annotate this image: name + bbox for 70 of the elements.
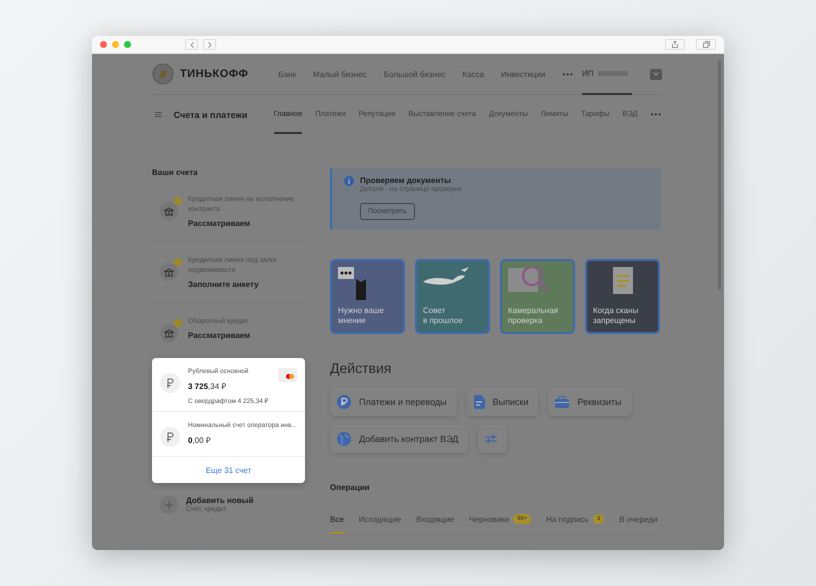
close-dot[interactable]: [100, 41, 107, 48]
account-balance: 3 725,34 ₽: [188, 381, 228, 391]
nav-link[interactable]: Инвестиции: [501, 70, 546, 78]
story-label: Нужно ваше: [338, 306, 385, 316]
story-tile[interactable]: Камеральная проверка: [500, 259, 575, 334]
story-label: запрещены: [593, 316, 636, 326]
nav-link[interactable]: Касса: [462, 70, 484, 78]
document-illustration: [613, 267, 633, 294]
more-accounts-link[interactable]: Еще 31 счет: [152, 457, 305, 483]
logo-text[interactable]: ТИНЬКОФФ: [180, 68, 248, 80]
accounts-heading: Ваши счета: [152, 168, 199, 177]
settings-button[interactable]: [478, 425, 508, 453]
story-label: проверка: [508, 316, 544, 326]
bank-building-icon: [164, 328, 174, 338]
logo-emblem-icon: [152, 63, 174, 85]
document-icon: [474, 395, 485, 409]
credit-status: Заполните анкету: [188, 280, 260, 289]
story-label: Камеральная: [508, 306, 559, 316]
story-tile[interactable]: Когда сканы запрещены: [585, 259, 660, 334]
ruble-icon: [337, 395, 351, 409]
action-button[interactable]: Реквизиты: [548, 388, 632, 416]
account-menu[interactable]: ИП: [582, 54, 632, 94]
story-tile[interactable]: Нужно ваше мнение: [330, 259, 405, 334]
more-menu[interactable]: •••: [650, 110, 662, 119]
clock-badge: [174, 197, 182, 205]
tabs-icon[interactable]: [696, 39, 716, 50]
operations-tab[interactable]: Входящие: [416, 514, 454, 534]
info-icon: [344, 176, 354, 186]
menu-icon[interactable]: [155, 110, 162, 119]
operations-tab[interactable]: В очереди: [619, 514, 658, 534]
nav-link[interactable]: Малый бизнес: [313, 70, 367, 78]
story-label: Когда сканы: [593, 306, 640, 316]
more-menu[interactable]: •••: [562, 70, 574, 78]
magnifier-illustration: [508, 267, 548, 292]
nav-link[interactable]: Банк: [278, 70, 296, 78]
action-button[interactable]: Выписки: [466, 388, 538, 416]
story-label: мнение: [338, 316, 367, 326]
share-icon[interactable]: [665, 39, 685, 50]
action-button[interactable]: Платежи и переводы: [330, 388, 457, 416]
notice-title: Проверяем документы: [360, 176, 452, 185]
plus-icon[interactable]: [160, 496, 178, 514]
bank-building-icon: [164, 268, 174, 276]
clock-badge: [174, 319, 182, 327]
globe-icon: [337, 432, 351, 446]
minimize-dot[interactable]: [112, 41, 119, 48]
dropdown-button[interactable]: [650, 68, 662, 80]
operations-tab[interactable]: Исходящие: [358, 514, 402, 534]
ruble-icon: [160, 373, 180, 393]
back-icon[interactable]: [185, 39, 198, 50]
operations-tab[interactable]: Все: [330, 514, 344, 534]
actions-heading: Действия: [330, 360, 392, 376]
chevron-down-icon: [653, 72, 659, 76]
nav-link[interactable]: Большой бизнес: [384, 70, 446, 78]
bank-building-icon: [164, 206, 174, 216]
maximize-dot[interactable]: [124, 41, 131, 48]
ruble-icon: [160, 427, 180, 447]
account-balance: 0,00 ₽: [188, 435, 212, 445]
add-account-title[interactable]: Добавить новый: [186, 496, 254, 505]
action-button[interactable]: Добавить контракт ВЭД: [330, 425, 468, 453]
clock-badge: [174, 258, 182, 266]
briefcase-icon: [555, 396, 570, 408]
credit-status: Рассматриваем: [188, 331, 250, 340]
story-tile[interactable]: Совет в прошлое: [415, 259, 490, 334]
operations-heading: Операции: [330, 483, 371, 492]
story-label: Совет: [423, 306, 446, 316]
cat-illustration: [338, 267, 366, 300]
credit-status: Рассматриваем: [188, 219, 252, 228]
story-label: в прошлое: [423, 316, 464, 326]
sliders-icon: [485, 434, 498, 444]
forward-icon[interactable]: [203, 39, 216, 50]
